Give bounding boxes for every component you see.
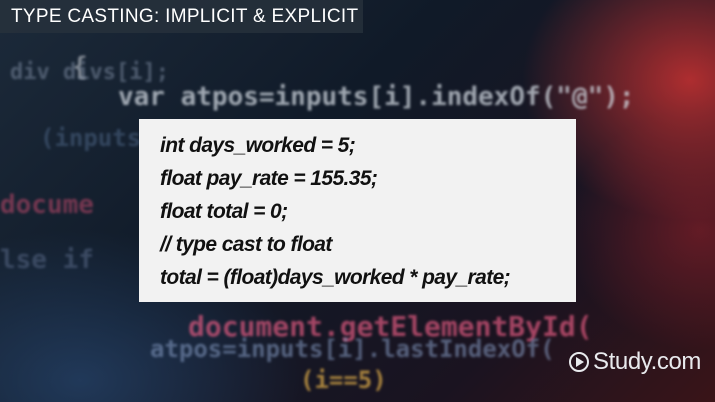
code-snippet-box: int days_worked = 5; float pay_rate = 15… — [139, 119, 576, 302]
background-code-line: docume — [0, 190, 94, 220]
code-line: float pay_rate = 155.35; — [160, 167, 378, 190]
background-code-line: (i==5) — [300, 366, 387, 394]
background-code-line: atpos=inputs[i].lastIndexOf( — [150, 335, 555, 363]
code-comment-line: // type cast to float — [160, 233, 332, 256]
title-banner: TYPE CASTING: IMPLICIT & EXPLICIT — [0, 0, 363, 33]
slide-title: TYPE CASTING: IMPLICIT & EXPLICIT — [11, 5, 359, 27]
code-line: total = (float)days_worked * pay_rate; — [160, 266, 511, 289]
play-circle-icon — [569, 352, 589, 372]
code-line: int days_worked = 5; — [160, 134, 356, 157]
brand-text: Study.com — [593, 348, 701, 375]
code-line: float total = 0; — [160, 200, 288, 223]
background-code-line: lse if — [0, 245, 94, 275]
study-com-logo: Study.com — [569, 348, 701, 376]
background-code-line: var atpos=inputs[i].indexOf("@"); — [118, 82, 635, 112]
